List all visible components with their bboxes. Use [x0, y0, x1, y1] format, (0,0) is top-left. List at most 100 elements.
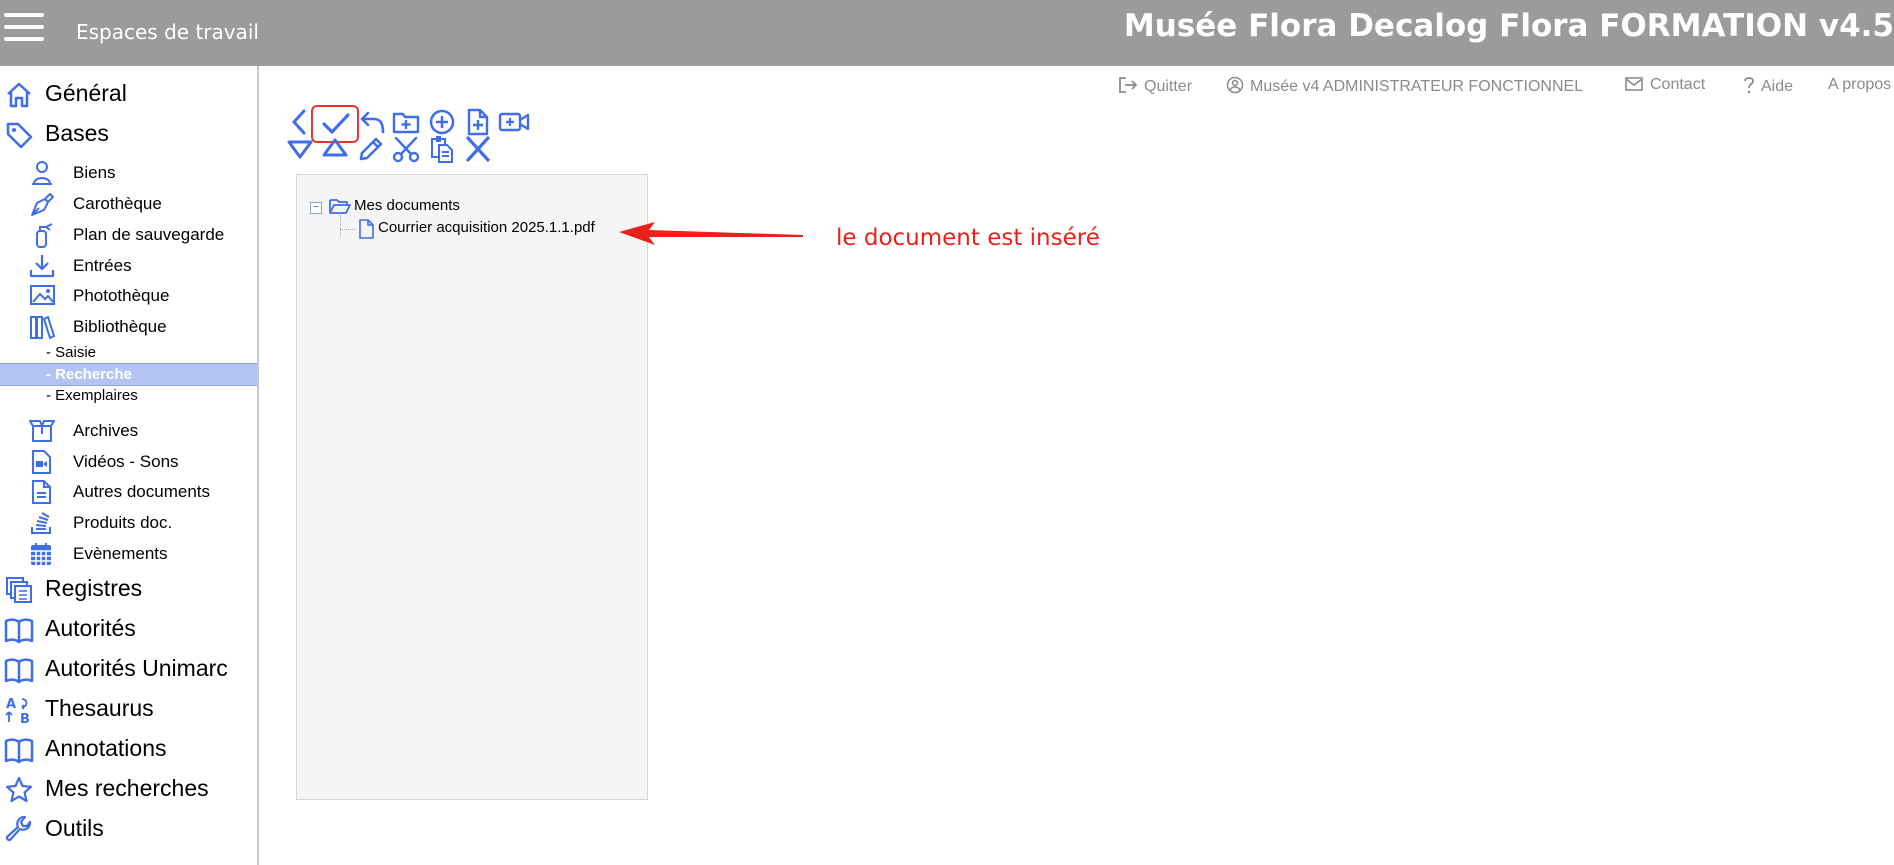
sidebar-item-autorites[interactable]: Autorités — [0, 609, 257, 649]
pen-nib-icon — [31, 193, 54, 216]
document-icon — [32, 480, 51, 504]
sidebar-item-label: Biens — [73, 163, 116, 182]
calendar-icon — [31, 543, 51, 565]
tree-collapse-toggle[interactable]: − — [310, 202, 322, 214]
sidebar-item-exemplaires[interactable]: - Exemplaires — [0, 385, 257, 406]
sidebar-item-label: Carothèque — [73, 194, 162, 213]
quit-label: Quitter — [1144, 78, 1193, 95]
sidebar-item-general[interactable]: Général — [0, 74, 257, 114]
sidebar-item-label: Autres documents — [73, 482, 211, 501]
sidebar-item-label: Mes recherches — [45, 775, 209, 801]
new-folder-icon[interactable] — [392, 108, 420, 136]
sidebar-item-bibliotheque[interactable]: Bibliothèque — [0, 312, 257, 342]
previous-icon[interactable] — [286, 108, 314, 136]
add-circle-icon[interactable] — [428, 108, 456, 136]
sidebar-item-label: Outils — [45, 815, 104, 841]
images-icon — [30, 285, 55, 305]
move-up-icon[interactable] — [321, 133, 349, 161]
quit-link[interactable]: Quitter — [1118, 76, 1192, 96]
delete-icon[interactable] — [464, 135, 492, 163]
bust-icon — [32, 161, 52, 185]
fire-extinguisher-icon — [36, 223, 53, 248]
sidebar-item-entrees[interactable]: Entrées — [0, 251, 257, 281]
sidebar-item-autres-documents[interactable]: Autres documents — [0, 477, 257, 507]
sidebar-item-plan-sauvegarde[interactable]: Plan de sauvegarde — [0, 220, 257, 250]
sidebar-item-label: Autorités Unimarc — [45, 655, 228, 681]
star-icon — [5, 776, 33, 803]
sidebar-item-label: Archives — [73, 421, 139, 440]
wrench-icon — [5, 815, 32, 842]
sidebar-item-carotheque[interactable]: Carothèque — [0, 189, 257, 219]
help-link[interactable]: Aide — [1743, 76, 1793, 96]
sidebar-item-bases[interactable]: Bases — [0, 114, 257, 154]
sort-alpha-icon: AB — [5, 697, 30, 725]
document-tree-panel: − Mes documents Courrier acquisition 202… — [296, 174, 648, 800]
tree-file-label[interactable]: Courrier acquisition 2025.1.1.pdf — [378, 219, 595, 236]
tree-connector — [340, 229, 355, 230]
sidebar-item-outils[interactable]: Outils — [0, 809, 257, 849]
sign-out-icon — [1119, 77, 1138, 93]
add-video-icon[interactable] — [498, 108, 530, 136]
sidebar-item-label: Photothèque — [73, 286, 170, 305]
video-file-icon — [32, 450, 51, 474]
sidebar-item-label: Vidéos - Sons — [73, 452, 179, 471]
sidebar-item-label: Produits doc. — [73, 513, 173, 532]
paste-icon[interactable] — [428, 135, 456, 163]
move-down-icon[interactable] — [286, 135, 314, 163]
sidebar-item-annotations[interactable]: Annotations — [0, 729, 257, 769]
sidebar-item-produits-doc[interactable]: Produits doc. — [0, 508, 257, 538]
sidebar-item-label: - Saisie — [46, 344, 97, 361]
svg-text:B: B — [20, 712, 30, 725]
sidebar-item-label: - Exemplaires — [46, 387, 138, 404]
download-icon — [29, 255, 55, 278]
file-icon[interactable] — [357, 219, 375, 239]
open-book-icon — [4, 738, 34, 764]
sidebar-item-label: Thesaurus — [45, 695, 154, 721]
sidebar-item-label: - Recherche — [46, 366, 132, 383]
annotation-text: le document est inséré — [836, 225, 1100, 251]
sidebar-item-autorites-unimarc[interactable]: Autorités Unimarc — [0, 649, 257, 689]
sidebar-item-phototheque[interactable]: Photothèque — [0, 281, 257, 311]
user-circle-icon — [1226, 76, 1244, 94]
contact-link[interactable]: Contact — [1624, 76, 1705, 94]
annotation-arrow — [619, 222, 803, 245]
open-box-icon — [29, 420, 55, 442]
sidebar-item-recherche[interactable]: - Recherche — [0, 363, 257, 386]
hamburger-menu-icon[interactable] — [4, 13, 44, 43]
about-link[interactable]: A propos — [1828, 76, 1891, 94]
contact-label: Contact — [1650, 76, 1706, 93]
sidebar-item-label: Evènements — [73, 544, 168, 563]
user-link[interactable]: Musée v4 ADMINISTRATEUR FONCTIONNEL — [1226, 76, 1583, 96]
add-file-icon[interactable] — [464, 108, 492, 136]
stack-icon — [31, 512, 51, 534]
sidebar: Général Bases Biens Carothèque Plan de s… — [0, 66, 259, 865]
sidebar-item-thesaurus[interactable]: AB Thesaurus — [0, 689, 257, 729]
tag-icon — [6, 122, 33, 149]
sidebar-item-registres[interactable]: Registres — [0, 569, 257, 609]
undo-icon[interactable] — [358, 108, 386, 136]
top-bar: Espaces de travail Musée Flora Decalog F… — [0, 0, 1894, 66]
sidebar-item-label: Autorités — [45, 615, 136, 641]
open-book-icon — [4, 658, 34, 684]
sidebar-item-saisie[interactable]: - Saisie — [0, 342, 257, 363]
sidebar-item-label: Plan de sauvegarde — [73, 225, 225, 244]
sidebar-item-archives[interactable]: Archives — [0, 416, 257, 446]
sidebar-item-label: Bases — [45, 120, 109, 146]
tree-root-label[interactable]: Mes documents — [354, 197, 460, 214]
sidebar-item-mes-recherches[interactable]: Mes recherches — [0, 769, 257, 809]
sidebar-item-label: Registres — [45, 575, 143, 601]
svg-text:A: A — [6, 697, 16, 712]
sidebar-item-biens[interactable]: Biens — [0, 158, 257, 188]
open-folder-icon[interactable] — [329, 197, 351, 215]
app-title: Musée Flora Decalog Flora FORMATION v4.5 — [1123, 8, 1894, 44]
sidebar-item-evenements[interactable]: Evènements — [0, 539, 257, 569]
sidebar-item-videos-sons[interactable]: Vidéos - Sons — [0, 447, 257, 477]
sidebar-item-label: Bibliothèque — [73, 317, 167, 336]
tree-connector — [340, 215, 341, 237]
pencil-icon[interactable] — [357, 135, 385, 163]
scissors-icon[interactable] — [392, 135, 420, 163]
user-label: Musée v4 ADMINISTRATEUR FONCTIONNEL — [1250, 78, 1584, 95]
books-icon — [30, 315, 56, 340]
workspaces-link[interactable]: Espaces de travail — [76, 20, 259, 44]
envelope-icon — [1625, 77, 1643, 91]
